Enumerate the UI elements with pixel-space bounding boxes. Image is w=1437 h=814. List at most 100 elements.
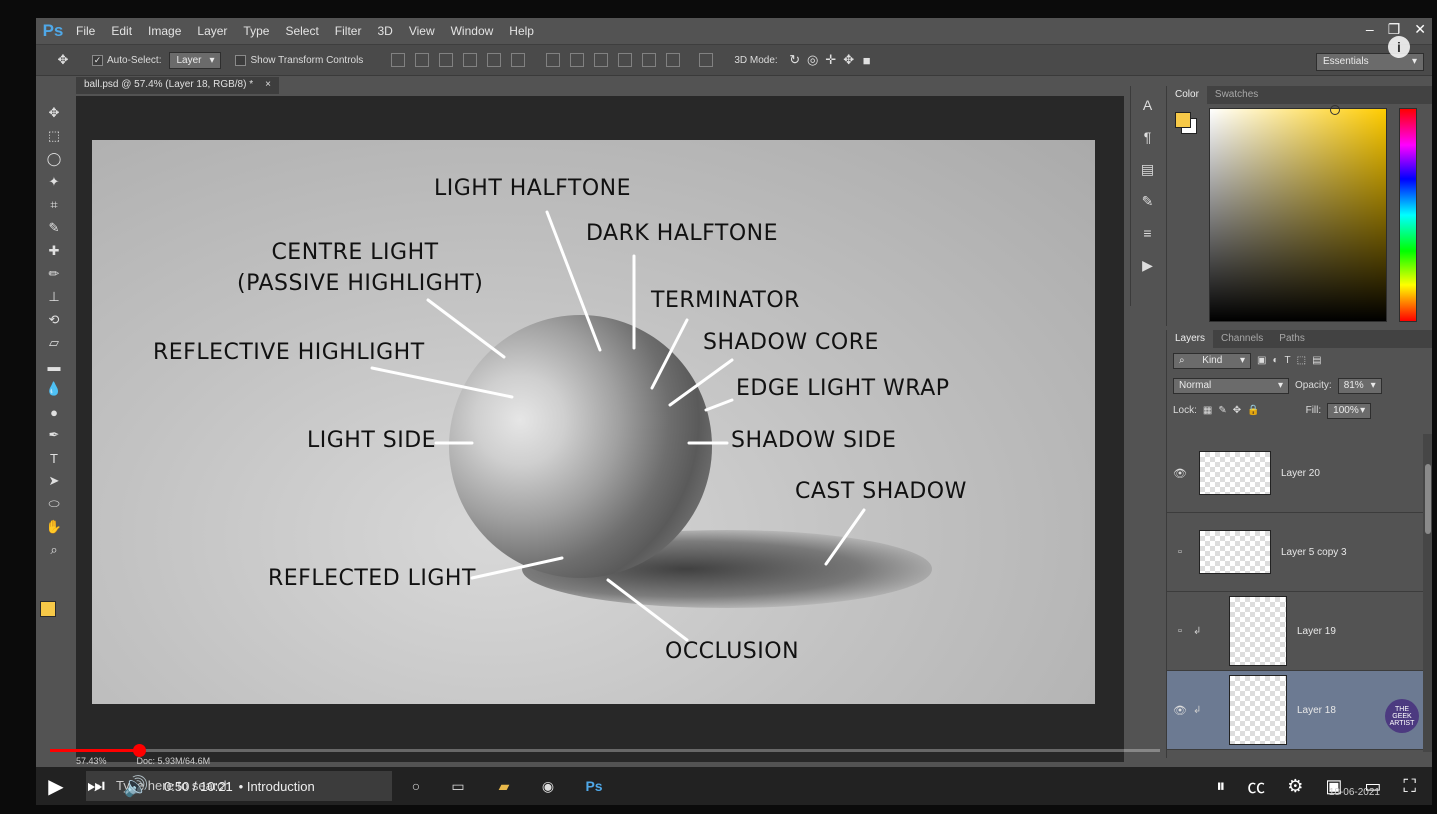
hue-slider[interactable] [1399,108,1417,322]
move-tool-icon[interactable]: ✥ [45,104,63,122]
panel-foreground-swatch[interactable] [1175,112,1191,128]
lock-paint-icon[interactable]: ✎ [1218,405,1226,416]
document-tab[interactable]: ball.psd @ 57.4% (Layer 18, RGB/8) * × [76,77,279,94]
lock-all-icon[interactable]: 🔒 [1247,405,1259,416]
align-hcenter-icon[interactable] [487,53,502,67]
marquee-tool-icon[interactable]: ⬚ [45,127,63,145]
video-scrubber-handle[interactable] [132,744,146,757]
lock-position-icon[interactable]: ✥ [1233,405,1241,416]
filter-pixel-icon[interactable]: ▣ [1257,355,1266,366]
magic-wand-icon[interactable]: ✦ [45,173,63,191]
path-select-icon[interactable]: ➤ [45,472,63,490]
visibility-eye-icon[interactable]: 👁 [1167,467,1193,480]
captions-icon[interactable]: ㏄ [1247,773,1265,799]
menu-edit[interactable]: Edit [103,18,140,44]
fullscreen-icon[interactable]: ⛶ [1403,776,1416,797]
align-top-icon[interactable] [391,53,406,67]
tab-paths[interactable]: Paths [1271,330,1313,348]
menu-3d[interactable]: 3D [369,18,400,44]
adjustments-panel-icon[interactable]: ≡ [1139,224,1157,242]
distribute-left-icon[interactable] [618,53,633,67]
align-left-icon[interactable] [463,53,478,67]
filter-shape-icon[interactable]: ⬚ [1297,355,1306,366]
crop-tool-icon[interactable]: ⌗ [45,196,63,214]
layers-scrollbar[interactable] [1423,434,1432,752]
align-right-icon[interactable] [511,53,526,67]
foreground-color-swatch[interactable] [40,601,56,617]
auto-align-icon[interactable] [699,53,714,67]
layer-row[interactable]: ▫ ↲ Layer 19 [1167,592,1423,671]
restore-icon[interactable]: ❐ [1388,21,1401,38]
blend-mode-dropdown[interactable]: Normal ▾ [1173,377,1289,394]
menu-select[interactable]: Select [277,18,326,44]
3d-rotate-icon[interactable]: ↻ [786,51,804,69]
dodge-tool-icon[interactable]: ● [45,403,63,421]
tab-channels[interactable]: Channels [1213,330,1271,348]
lock-transparency-icon[interactable]: ▦ [1203,405,1212,416]
auto-select-checkbox[interactable]: ✓ [92,54,103,66]
close-tab-icon[interactable]: × [265,79,271,92]
photoshop-taskbar-icon[interactable]: Ps [580,772,608,800]
layers-scrollbar-thumb[interactable] [1425,464,1431,534]
layer-filter-dropdown[interactable]: ⌕ Kind ▾ [1173,352,1251,369]
menu-help[interactable]: Help [501,18,542,44]
stamp-tool-icon[interactable]: ⊥ [45,288,63,306]
fill-input[interactable]: 100% ▾ [1327,402,1372,419]
tab-layers[interactable]: Layers [1167,330,1214,348]
pen-tool-icon[interactable]: ✒ [45,426,63,444]
eyedropper-icon[interactable]: ✎ [45,219,63,237]
chrome-icon[interactable]: ◉ [534,772,562,800]
move-tool-icon[interactable]: ✥ [54,51,72,69]
layer-row-selected[interactable]: 👁 ↲ Layer 18 THE GEEK ARTIST [1167,671,1423,750]
minimize-icon[interactable]: – [1366,21,1374,37]
3d-roll-icon[interactable]: ◎ [804,51,822,69]
character-panel-icon[interactable]: A [1139,96,1157,114]
color-picker-cursor[interactable] [1330,105,1340,115]
file-explorer-icon[interactable]: ▰ [490,772,518,800]
healing-brush-icon[interactable]: ✚ [45,242,63,260]
cortana-icon[interactable]: ○ [402,772,430,800]
menu-file[interactable]: File [68,18,103,44]
align-vcenter-icon[interactable] [415,53,430,67]
autoplay-toggle-icon[interactable]: ⏸ [1216,776,1225,797]
video-chapter[interactable]: • Introduction [239,779,315,794]
settings-gear-icon[interactable]: ⚙ [1287,776,1303,797]
color-picker-field[interactable] [1209,105,1387,322]
task-view-icon[interactable]: ▭ [444,772,472,800]
distribute-right-icon[interactable] [666,53,681,67]
ellipse-tool-icon[interactable]: ⬭ [45,495,63,513]
hand-tool-icon[interactable]: ✋ [45,518,63,536]
menu-filter[interactable]: Filter [327,18,370,44]
info-icon[interactable]: i [1388,36,1410,58]
zoom-tool-icon[interactable]: ⌕ [45,541,63,559]
opacity-input[interactable]: 81% ▾ [1337,377,1382,394]
tab-color[interactable]: Color [1167,86,1207,104]
close-icon[interactable]: ✕ [1414,21,1426,38]
brush-tool-icon[interactable]: ✏ [45,265,63,283]
layer-row[interactable]: ▫ Layer 5 copy 3 [1167,513,1423,592]
distribute-vcenter-icon[interactable] [570,53,585,67]
align-bottom-icon[interactable] [439,53,454,67]
next-icon[interactable]: ⏭ [76,767,116,805]
volume-icon[interactable]: 🔊 [116,767,156,805]
visibility-toggle-icon[interactable]: ▫ [1167,625,1193,637]
tab-swatches[interactable]: Swatches [1207,86,1266,104]
video-progress-track[interactable] [50,749,1160,752]
eraser-icon[interactable]: ▱ [45,334,63,352]
menu-type[interactable]: Type [235,18,277,44]
workspace-dropdown[interactable]: Essentials ▾ [1316,53,1424,71]
menu-layer[interactable]: Layer [189,18,235,44]
gradient-tool-icon[interactable]: ▬ [45,357,63,375]
visibility-toggle-icon[interactable]: ▫ [1167,546,1193,558]
actions-panel-icon[interactable]: ▶ [1139,256,1157,274]
3d-slide-icon[interactable]: ✥ [840,51,858,69]
auto-select-dropdown[interactable]: Layer ▾ [169,51,222,69]
distribute-top-icon[interactable] [546,53,561,67]
properties-panel-icon[interactable]: ▤ [1139,160,1157,178]
visibility-eye-icon[interactable]: 👁 [1167,704,1193,717]
paragraph-panel-icon[interactable]: ¶ [1139,128,1157,146]
type-tool-icon[interactable]: T [45,449,63,467]
artboard[interactable]: LIGHT HALFTONE DARK HALFTONE CENTRE LIGH… [92,140,1095,704]
menu-view[interactable]: View [401,18,443,44]
lasso-tool-icon[interactable]: ◯ [45,150,63,168]
